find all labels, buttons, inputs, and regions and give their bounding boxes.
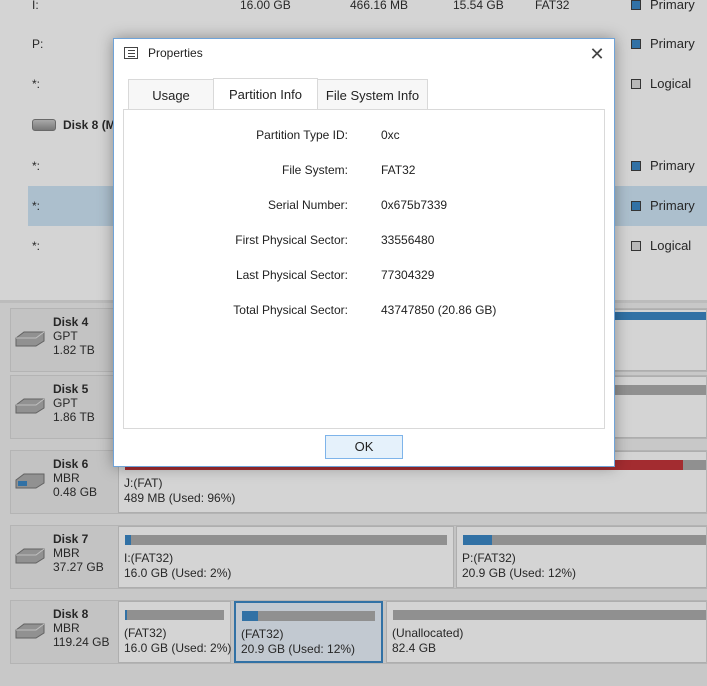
- total-physical-sector-label: Total Physical Sector:: [233, 303, 348, 317]
- first-physical-sector-value: 33556480: [381, 233, 435, 247]
- dialog-title: Properties: [148, 46, 203, 60]
- properties-dialog: Properties ✕ Usage Partition Info File S…: [113, 38, 615, 467]
- partition-type-id-value: 0xc: [381, 128, 400, 142]
- tab-usage[interactable]: Usage: [128, 79, 214, 109]
- properties-list-icon: [124, 47, 138, 59]
- dialog-titlebar[interactable]: Properties ✕: [114, 39, 614, 69]
- total-physical-sector-value: 43747850 (20.86 GB): [381, 303, 497, 317]
- serial-number-label: Serial Number:: [267, 198, 348, 212]
- file-system-value: FAT32: [381, 163, 416, 177]
- serial-number-value: 0x675b7339: [381, 198, 448, 212]
- partition-info-panel: Partition Type ID: 0xc File System: FAT3…: [123, 109, 605, 429]
- last-physical-sector-label: Last Physical Sector:: [235, 268, 348, 282]
- tab-file-system-info[interactable]: File System Info: [317, 79, 428, 109]
- partition-type-id-label: Partition Type ID:: [256, 128, 348, 142]
- last-physical-sector-value: 77304329: [381, 268, 435, 282]
- ok-button[interactable]: OK: [325, 435, 403, 459]
- file-system-label: File System:: [281, 163, 348, 177]
- first-physical-sector-label: First Physical Sector:: [235, 233, 348, 247]
- tab-partition-info[interactable]: Partition Info: [213, 78, 318, 109]
- close-icon[interactable]: ✕: [586, 43, 608, 65]
